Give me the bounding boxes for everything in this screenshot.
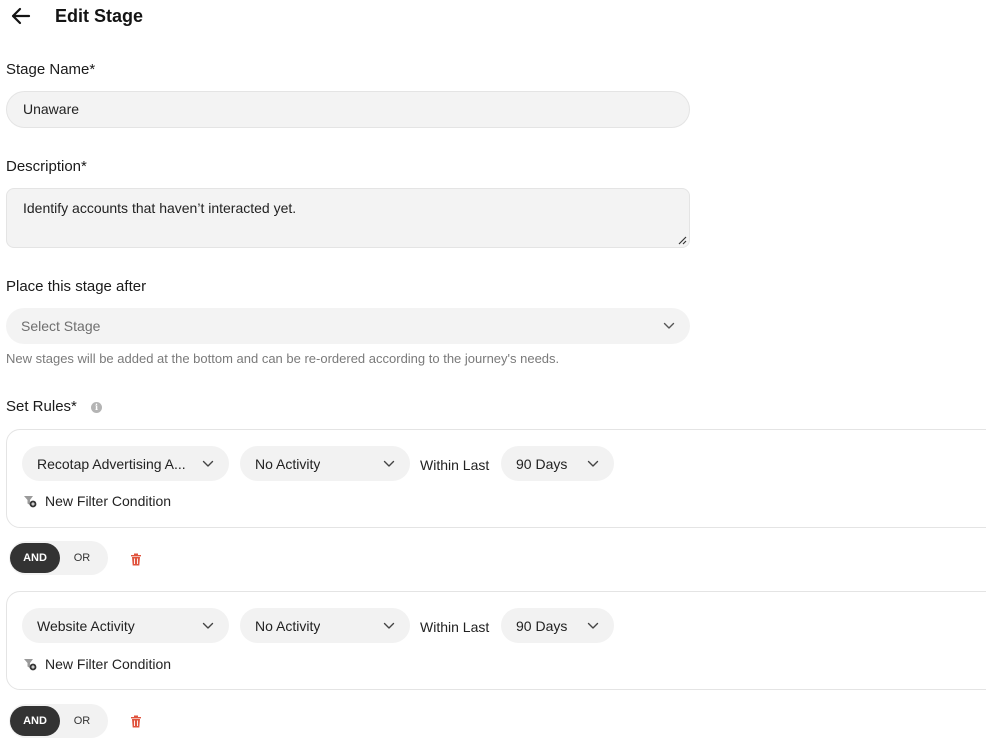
or-option[interactable]: OR bbox=[61, 543, 103, 573]
chevron-down-icon bbox=[383, 460, 395, 467]
chevron-down-icon bbox=[663, 322, 675, 329]
within-last-label: Within Last bbox=[420, 457, 490, 473]
chevron-down-icon bbox=[202, 460, 214, 467]
rule-activity-value: No Activity bbox=[255, 455, 321, 472]
rule-period-value: 90 Days bbox=[516, 455, 568, 472]
rule-source-select[interactable]: Recotap Advertising A... bbox=[22, 446, 229, 481]
new-filter-condition-button[interactable]: New Filter Condition bbox=[23, 654, 171, 674]
set-rules-label: Set Rules* bbox=[6, 398, 77, 415]
description-label: Description* bbox=[6, 158, 87, 175]
and-or-toggle-2: AND OR bbox=[9, 704, 108, 738]
or-option[interactable]: OR bbox=[61, 706, 103, 736]
stage-name-label: Stage Name* bbox=[6, 61, 96, 78]
new-filter-condition-label: New Filter Condition bbox=[45, 493, 172, 509]
new-filter-condition-button[interactable]: New Filter Condition bbox=[23, 491, 171, 511]
place-after-placeholder: Select Stage bbox=[21, 318, 101, 334]
arrow-left-icon bbox=[11, 7, 31, 25]
rule-activity-select[interactable]: No Activity bbox=[240, 608, 410, 643]
and-or-toggle-1: AND OR bbox=[9, 541, 108, 575]
filter-plus-icon bbox=[24, 496, 37, 508]
trash-icon[interactable] bbox=[130, 553, 142, 566]
rule-period-select[interactable]: 90 Days bbox=[501, 608, 614, 643]
rule-source-value: Recotap Advertising A... bbox=[37, 455, 186, 472]
rule-card-2: Website Activity No Activity Within Last… bbox=[6, 591, 986, 690]
place-after-helper-text: New stages will be added at the bottom a… bbox=[6, 351, 560, 366]
place-after-label: Place this stage after bbox=[6, 278, 147, 295]
rule-card-1: Recotap Advertising A... No Activity Wit… bbox=[6, 429, 986, 528]
rule-activity-select[interactable]: No Activity bbox=[240, 446, 410, 481]
place-after-select[interactable]: Select Stage bbox=[6, 308, 690, 344]
rule-source-select[interactable]: Website Activity bbox=[22, 608, 229, 643]
within-last-label: Within Last bbox=[420, 619, 490, 635]
info-icon[interactable]: i bbox=[91, 402, 102, 413]
filter-plus-icon bbox=[24, 659, 37, 671]
trash-icon[interactable] bbox=[130, 715, 142, 728]
chevron-down-icon bbox=[587, 622, 599, 629]
rule-source-value: Website Activity bbox=[37, 617, 135, 634]
and-option[interactable]: AND bbox=[10, 706, 60, 736]
chevron-down-icon bbox=[383, 622, 395, 629]
page-header: Edit Stage bbox=[10, 4, 143, 28]
stage-name-input[interactable]: Unaware bbox=[6, 91, 690, 128]
resize-grip-icon[interactable] bbox=[678, 236, 687, 245]
description-textarea[interactable]: Identify accounts that haven’t interacte… bbox=[6, 188, 690, 248]
and-option[interactable]: AND bbox=[10, 543, 60, 573]
rule-period-value: 90 Days bbox=[516, 617, 568, 634]
rule-period-select[interactable]: 90 Days bbox=[501, 446, 614, 481]
description-text: Identify accounts that haven’t interacte… bbox=[23, 200, 297, 216]
back-button[interactable] bbox=[10, 5, 32, 27]
new-filter-condition-label: New Filter Condition bbox=[45, 656, 172, 672]
page-title: Edit Stage bbox=[55, 6, 144, 26]
chevron-down-icon bbox=[587, 460, 599, 467]
chevron-down-icon bbox=[202, 622, 214, 629]
rule-activity-value: No Activity bbox=[255, 617, 321, 634]
